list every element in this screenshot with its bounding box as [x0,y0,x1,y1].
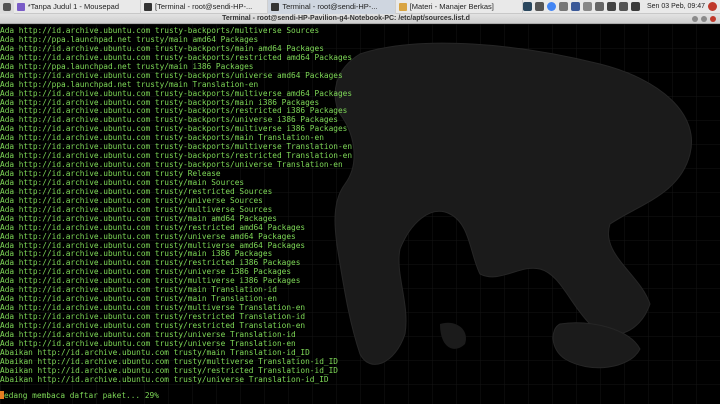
volume-icon[interactable] [619,2,628,11]
window-controls [692,15,720,22]
task-terminal-2[interactable]: Terminal - root@sendi-HP-... [268,0,396,14]
mail-icon[interactable] [583,2,592,11]
chrome-icon[interactable] [547,2,556,11]
mousepad-icon [16,2,25,11]
terminal-output[interactable]: Ada http://id.archive.ubuntu.com trusty-… [0,24,720,404]
top-panel: *Tanpa Judul 1 - Mousepad [Terminal - ro… [0,0,720,14]
task-file-manager[interactable]: [Materi - Manajer Berkas] [396,0,523,14]
task-mousepad[interactable]: *Tanpa Judul 1 - Mousepad [14,0,142,14]
xfce-mouse-icon [2,2,11,11]
task-label: [Materi - Manajer Berkas] [409,2,494,11]
gear-icon[interactable] [559,2,568,11]
folder-icon [398,2,407,11]
terminal-line: Abaikan http://id.archive.ubuntu.com tru… [0,374,329,384]
window-titlebar[interactable]: Terminal - root@sendi-HP-Pavilion-g4-Not… [0,14,720,24]
terminal-lines: Ada http://id.archive.ubuntu.com trusty-… [0,26,352,385]
clock[interactable]: Sen 03 Peb, 09:47 [647,3,705,10]
terminal-icon [271,2,280,11]
window-title: Terminal - root@sendi-HP-Pavilion-g4-Not… [222,15,470,22]
chat-icon[interactable] [595,2,604,11]
task-label: *Tanpa Judul 1 - Mousepad [27,2,119,11]
maximize-icon[interactable] [701,15,707,22]
system-tray: Sen 03 Peb, 09:47 [523,2,720,11]
progress-text: edang membaca daftar paket... 29% [4,391,159,400]
network-icon[interactable] [607,2,616,11]
wifi-icon[interactable] [535,2,544,11]
task-label: [Terminal - root@sendi-HP-... [155,2,253,11]
power-icon[interactable] [708,2,717,11]
task-terminal-1[interactable]: [Terminal - root@sendi-HP-... [141,0,269,14]
task-label: Terminal - root@sendi-HP-... [282,2,378,11]
steam-icon[interactable] [523,2,532,11]
terminal-icon [144,2,153,11]
minimize-icon[interactable] [692,15,698,22]
app-menu-button[interactable] [0,0,14,14]
battery-icon[interactable] [631,2,640,11]
bluetooth-icon[interactable] [571,2,580,11]
progress-line: edang membaca daftar paket... 29% [0,391,159,400]
close-icon[interactable] [710,15,716,22]
